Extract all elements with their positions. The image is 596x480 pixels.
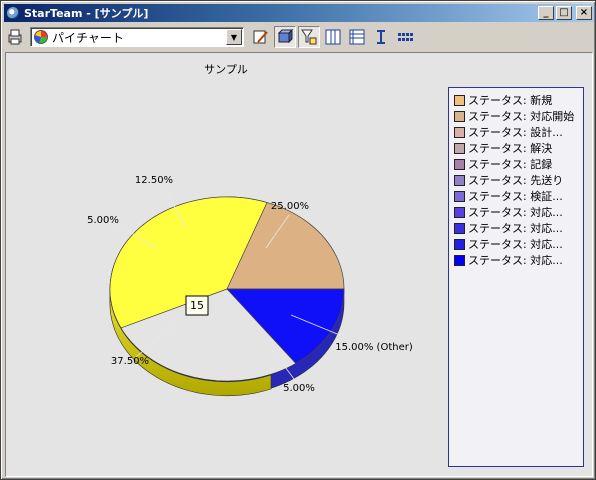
- axis-icon[interactable]: [370, 26, 392, 48]
- application-window: StarTeam - [サンプル] _ □ × パイチャート ▼ サンプル 25…: [0, 0, 596, 480]
- minimize-button[interactable]: _: [538, 6, 554, 20]
- legend-item: ステータス: 対応...: [454, 252, 583, 268]
- legend-label: ステータス: 対応開始: [468, 110, 575, 123]
- slice-percent-label: 5.00%: [283, 383, 315, 394]
- chart-panel: サンプル 25.00% 12.50% 5.00% 37.50% 5.00% 15.00% …: [5, 52, 593, 477]
- slice-percent-label: 25.00%: [271, 201, 309, 212]
- maximize-button[interactable]: □: [556, 6, 572, 20]
- starteam-logo-icon[interactable]: [6, 6, 20, 20]
- legend-item: ステータス: 解決: [454, 140, 583, 156]
- slice-percent-label: 12.50%: [135, 175, 173, 186]
- legend-item: ステータス: 検証...: [454, 188, 583, 204]
- legend-label: ステータス: 対応...: [468, 254, 563, 267]
- legend-item: ステータス: 設計...: [454, 124, 583, 140]
- grid-icon[interactable]: [394, 26, 416, 48]
- legend-item: ステータス: 対応開始: [454, 108, 583, 124]
- legend-item: ステータス: 新規: [454, 92, 583, 108]
- chart-legend: ステータス: 新規ステータス: 対応開始 ステータス: 設計... ステータス: 解…: [448, 87, 584, 467]
- pie-slice[interactable]: [226, 288, 345, 364]
- legend-item: ステータス: 対応...: [454, 236, 583, 252]
- legend-swatch: [454, 190, 465, 202]
- window-title: StarTeam - [サンプル]: [24, 7, 149, 20]
- legend-label: ステータス: 対応...: [468, 238, 563, 251]
- legend-swatch: [454, 94, 465, 106]
- legend-swatch: [454, 158, 465, 170]
- toolbar: パイチャート ▼: [4, 24, 594, 50]
- chevron-down-icon[interactable]: ▼: [226, 29, 242, 45]
- slice-percent-label: 15.00% (Other): [335, 342, 413, 353]
- pie-chart-icon: [34, 30, 48, 44]
- slice-percent-label: 5.00%: [87, 215, 119, 226]
- legend-swatch: [454, 206, 465, 218]
- columns-icon[interactable]: [322, 26, 344, 48]
- chart-type-dropdown[interactable]: パイチャート ▼: [30, 27, 244, 47]
- chart-type-value: パイチャート: [52, 30, 124, 45]
- legend-item: ステータス: 先送り: [454, 172, 583, 188]
- legend-item: ステータス: 記録: [454, 156, 583, 172]
- legend-label: ステータス: 記録: [468, 158, 553, 171]
- edit-chart-icon[interactable]: [250, 26, 272, 48]
- legend-label: ステータス: 検証...: [468, 190, 563, 203]
- legend-swatch: [454, 222, 465, 234]
- legend-swatch: [454, 254, 465, 266]
- legend-item: ステータス: 対応...: [454, 220, 583, 236]
- leader-line: [135, 322, 177, 358]
- filter-icon[interactable]: [298, 26, 320, 48]
- pie-chart[interactable]: 25.00% 12.50% 5.00% 37.50% 5.00% 15.00% (Othe…: [6, 53, 446, 478]
- title-bar[interactable]: StarTeam - [サンプル] _ □ ×: [4, 4, 594, 22]
- legend-item: ステータス: 対応...: [454, 204, 583, 220]
- legend-label: ステータス: 新規: [468, 94, 553, 107]
- legend-label: ステータス: 対応...: [468, 206, 563, 219]
- legend-label: ステータス: 対応...: [468, 222, 563, 235]
- rows-icon[interactable]: [346, 26, 368, 48]
- legend-swatch: [454, 238, 465, 250]
- legend-swatch: [454, 110, 465, 122]
- legend-swatch: [454, 174, 465, 186]
- value-tooltip: 15: [190, 299, 204, 312]
- 3d-icon[interactable]: [274, 26, 296, 48]
- legend-label: ステータス: 先送り: [468, 174, 564, 187]
- print-icon[interactable]: [4, 26, 26, 48]
- legend-label: ステータス: 設計...: [468, 126, 563, 139]
- legend-label: ステータス: 解決: [468, 142, 553, 155]
- slice-percent-label: 37.50%: [111, 356, 149, 367]
- close-button[interactable]: ×: [576, 6, 592, 20]
- legend-swatch: [454, 142, 465, 154]
- legend-swatch: [454, 126, 465, 138]
